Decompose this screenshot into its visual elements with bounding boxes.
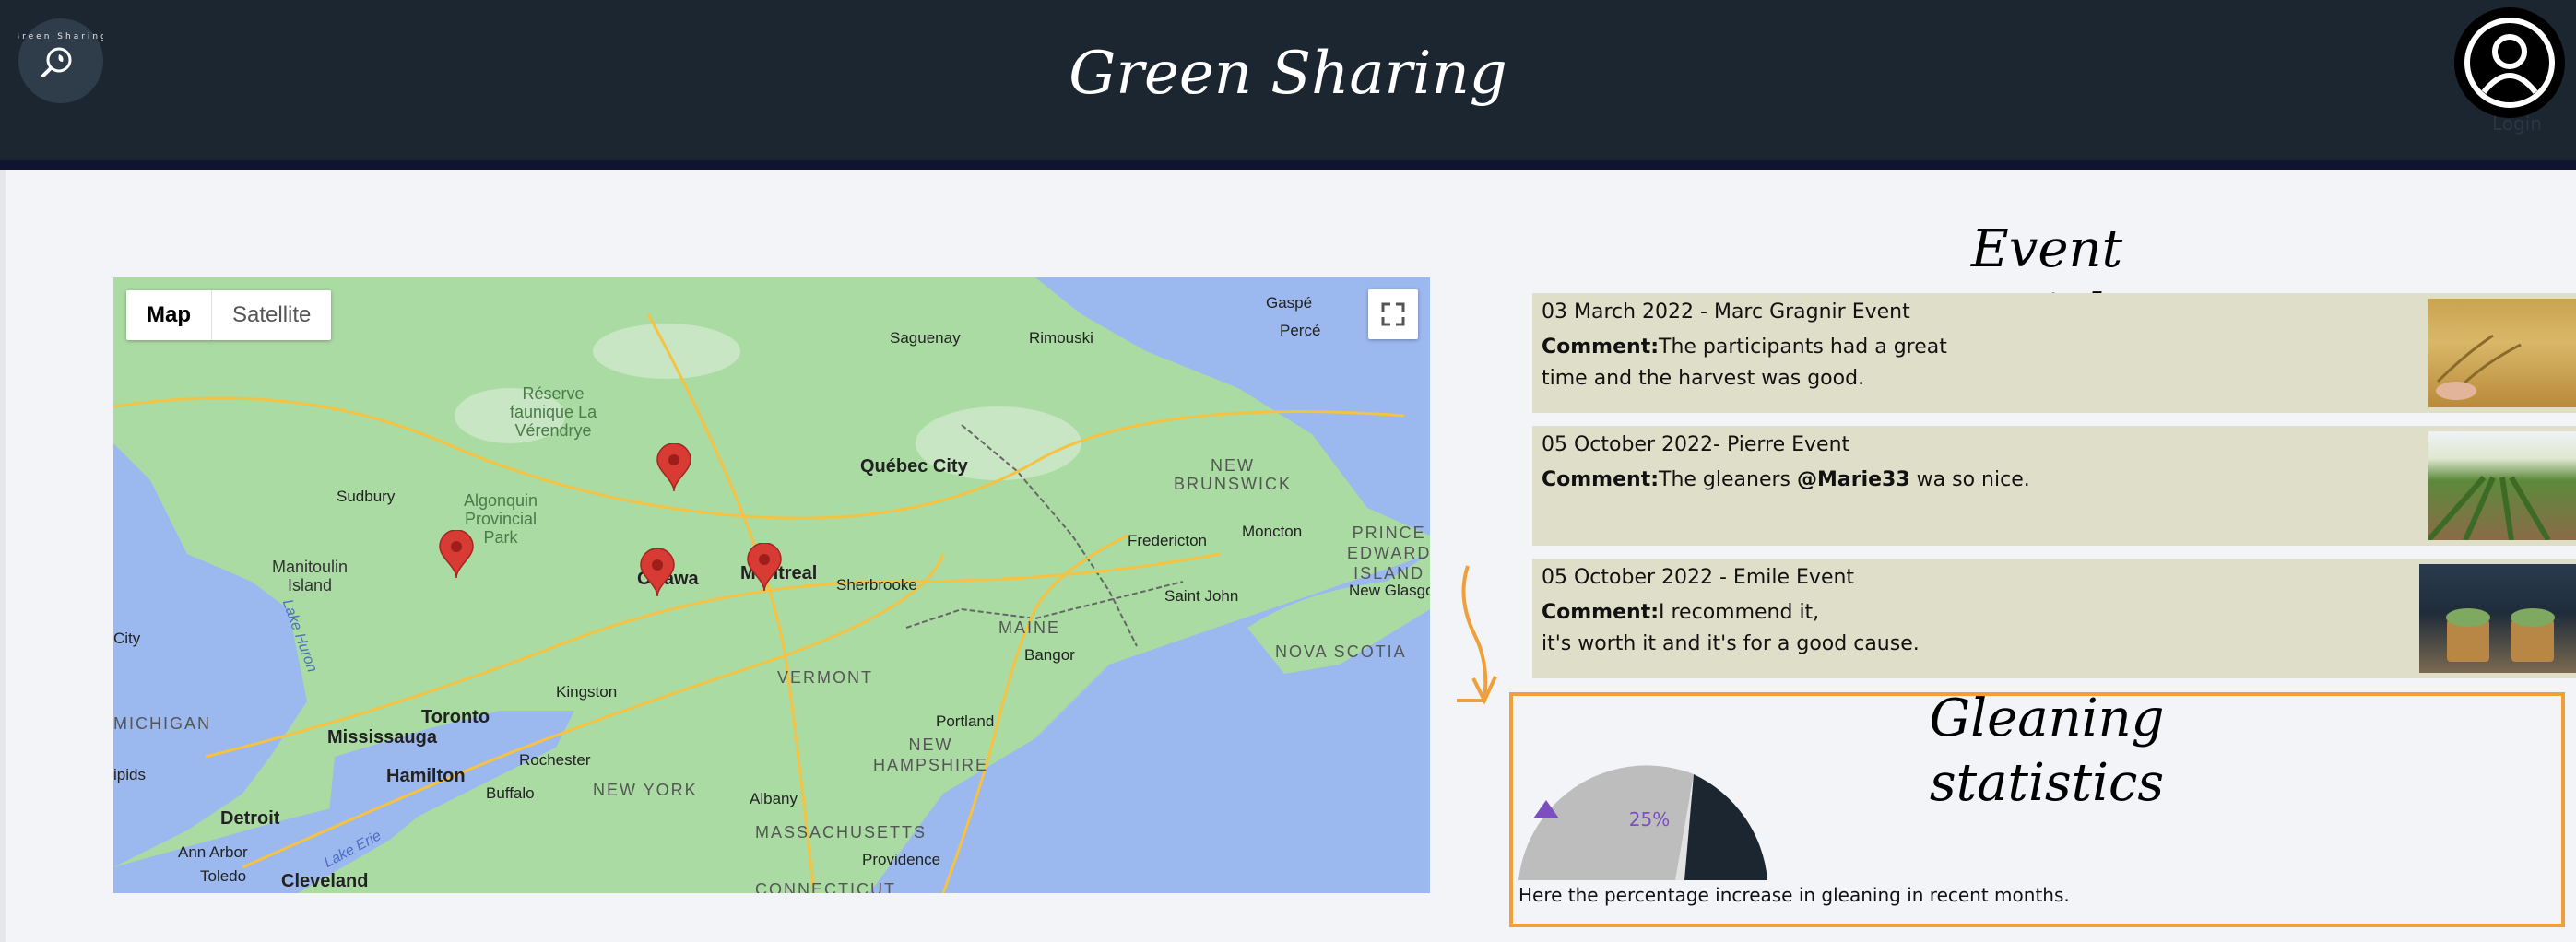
map-label-new-brunswick: NEW BRUNSWICK (1174, 456, 1293, 493)
map-label-manitoulin: Manitoulin Island (272, 558, 349, 595)
map-label-ipids: ipids (113, 766, 146, 783)
comment-text: The participants had a great (1659, 336, 1947, 359)
map-label-nova-scotia: NOVA SCOTIA (1275, 642, 1407, 661)
gleaning-stats-title: Gleaning statistics (1929, 689, 2165, 813)
map-label-new-york: NEW YORK (593, 781, 698, 799)
pie-percent-label: 25% (1629, 808, 1670, 830)
fullscreen-icon (1381, 302, 1405, 326)
comment-text-cont: time and the harvest was good. (1542, 367, 1865, 390)
comment-text-end: wa so nice. (1909, 468, 2030, 491)
map-pin-icon[interactable] (746, 543, 783, 591)
map-label-ann-arbor: Ann Arbor (178, 843, 248, 861)
user-avatar-icon[interactable] (2452, 6, 2567, 120)
map-label-saguenay: Saguenay (890, 329, 961, 347)
map-label-fredericton: Fredericton (1128, 532, 1207, 549)
comment-text: I recommend it, (1659, 601, 1820, 624)
map-pin-icon[interactable] (438, 530, 475, 578)
event-card[interactable]: 03 March 2022 - Marc Gragnir Event Comme… (1532, 293, 2576, 413)
magnifier-leaf-icon: Green Sharing (13, 20, 106, 101)
comment-text: The gleaners (1659, 468, 1797, 491)
event-card[interactable]: 05 October 2022 - Emile Event Comment:I … (1532, 559, 2576, 678)
map-label-city: City (113, 630, 141, 647)
event-heading: 05 October 2022- Pierre Event (1542, 433, 1850, 456)
map-label-kingston: Kingston (556, 683, 618, 701)
map-label-rochester: Rochester (519, 751, 591, 769)
map-label-albany: Albany (750, 790, 798, 807)
events-map[interactable]: Gaspé Percé Saguenay Rimouski Réserve fau… (113, 277, 1430, 893)
map-label-rimouski: Rimouski (1029, 329, 1093, 347)
pie-slice-dark (1684, 774, 1767, 880)
harvest-baskets-image (2419, 564, 2576, 673)
map-label-michigan: MICHIGAN (113, 714, 211, 733)
page-edge-shadow (0, 170, 6, 942)
map-label-providence: Providence (862, 851, 941, 868)
map-label-saint-john: Saint John (1164, 587, 1239, 605)
map-label-gaspe: Gaspé (1266, 294, 1313, 312)
gleaning-pie-chart: 25% (1518, 765, 1767, 880)
comment-label: Comment: (1542, 601, 1660, 624)
map-pin-icon[interactable] (656, 443, 692, 491)
arrow-icon (1457, 565, 1497, 705)
map-label-reserve: Réserve faunique La Vérendrye (510, 384, 597, 440)
map-label-detroit: Detroit (220, 808, 280, 829)
green-sharing-logo[interactable]: Green Sharing (13, 18, 106, 103)
map-label-new-hampshire: NEW HAMPSHIRE (873, 736, 989, 774)
event-comment: Comment:The gleaners @Marie33 wa so nice… (1542, 465, 2058, 496)
map-label-pei: PRINCE EDWARD ISLAND (1347, 524, 1430, 583)
event-comment: Comment:I recommend it, it's worth it an… (1542, 597, 1966, 660)
map-type-map-button[interactable]: Map (126, 290, 212, 340)
map-label-hamilton: Hamilton (386, 766, 466, 786)
stats-caption: Here the percentage increase in gleaning… (1518, 884, 2070, 906)
comment-label: Comment: (1542, 336, 1660, 359)
login-link[interactable]: Login (2473, 112, 2561, 135)
map-label-sherbrooke: Sherbrooke (836, 576, 917, 594)
map-label-mississauga: Mississauga (327, 727, 437, 748)
map-label-perce: Percé (1280, 322, 1321, 339)
map-label-new-glasgow: New Glasgow (1349, 582, 1430, 599)
wheat-field-image (2428, 299, 2576, 407)
map-type-control: Map Satellite (126, 290, 332, 340)
event-heading: 05 October 2022 - Emile Event (1542, 566, 1855, 589)
map-label-sudbury: Sudbury (337, 488, 396, 505)
event-card[interactable]: 05 October 2022- Pierre Event Comment:Th… (1532, 426, 2576, 546)
map-label-toledo: Toledo (200, 867, 247, 885)
map-pin-icon[interactable] (639, 548, 676, 596)
map-label-moncton: Moncton (1242, 523, 1303, 540)
app-title: Green Sharing (1069, 40, 1507, 108)
event-comment: Comment:The participants had a great tim… (1542, 332, 1966, 394)
map-label-buffalo: Buffalo (486, 784, 535, 802)
logo-text-top: Green Sharing (18, 32, 103, 41)
map-label-connecticut: CONNECTICUT (755, 880, 896, 893)
fullscreen-button[interactable] (1368, 289, 1418, 339)
map-label-quebec-city: Québec City (860, 456, 968, 477)
map-label-massachusetts: MASSACHUSETTS (755, 823, 928, 842)
map-label-algonquin: Algonquin Provincial Park (464, 491, 538, 547)
comment-text-cont: it's worth it and it's for a good cause. (1542, 632, 1920, 655)
map-label-toronto: Toronto (421, 707, 490, 727)
event-heading: 03 March 2022 - Marc Gragnir Event (1542, 300, 1910, 324)
map-label-maine: MAINE (998, 618, 1061, 637)
header-divider (0, 160, 2576, 170)
comment-label: Comment: (1542, 468, 1660, 491)
potato-field-image (2428, 431, 2576, 540)
map-type-satellite-button[interactable]: Satellite (212, 290, 331, 340)
map-label-portland: Portland (936, 712, 995, 730)
map-label-cleveland: Cleveland (281, 871, 369, 891)
map-label-vermont: VERMONT (777, 668, 873, 687)
map-label-bangor: Bangor (1024, 646, 1075, 664)
mention-link[interactable]: @Marie33 (1797, 468, 1910, 491)
